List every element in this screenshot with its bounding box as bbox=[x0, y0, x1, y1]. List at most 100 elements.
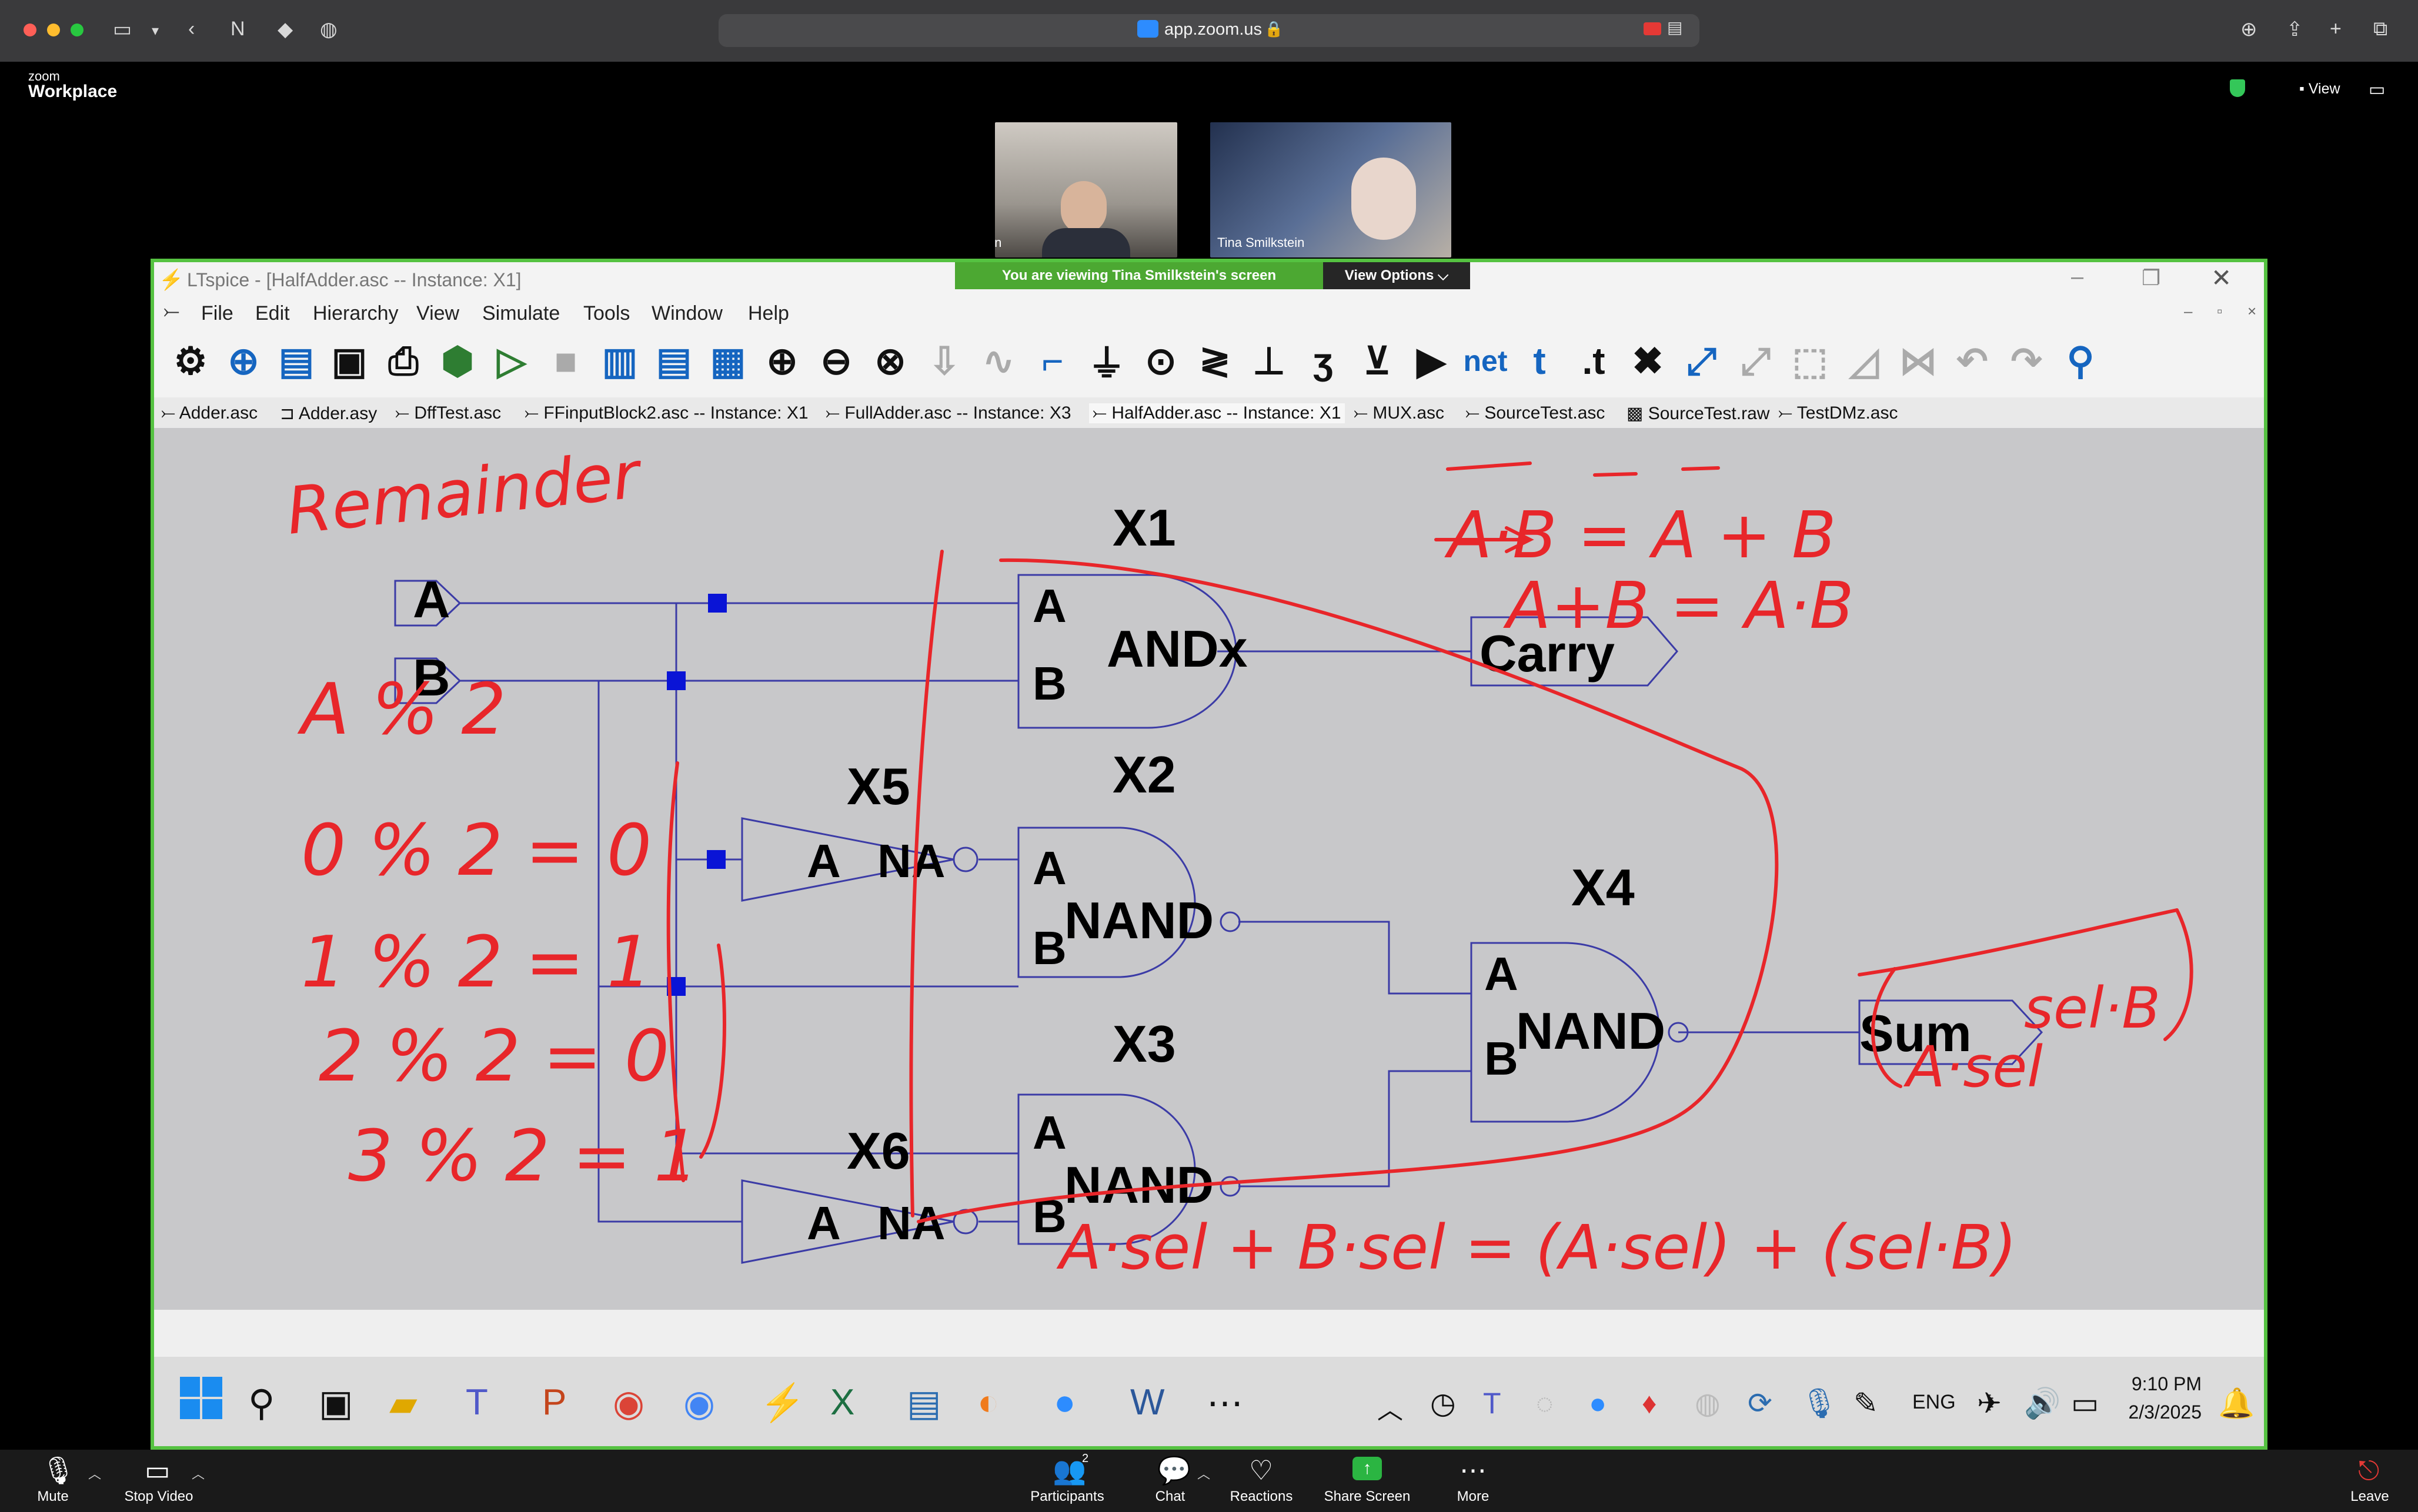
leave-button[interactable]: ⎋ Leave bbox=[2340, 1450, 2399, 1512]
menu-help[interactable]: Help bbox=[748, 302, 789, 325]
tab-sourcetest-raw[interactable]: ▩ SourceTest.raw bbox=[1627, 403, 1769, 424]
duplicate-icon[interactable]: ⤢ bbox=[1678, 337, 1725, 384]
more-button[interactable]: ⋯ More bbox=[1441, 1450, 1505, 1512]
sidebar-icon[interactable]: ▭ bbox=[113, 18, 132, 41]
share-icon[interactable]: ⇪ bbox=[2286, 18, 2303, 41]
teams-icon[interactable]: T bbox=[466, 1381, 488, 1423]
mdi-minimize-icon[interactable]: – bbox=[2184, 302, 2192, 320]
zoom-fit-icon[interactable]: ⊗ bbox=[867, 337, 914, 384]
search-icon[interactable]: ⚲ bbox=[248, 1381, 275, 1424]
chrome-profile-icon[interactable]: ◉ bbox=[683, 1381, 715, 1424]
chat-options-chevron-icon[interactable]: ︿ bbox=[1197, 1464, 1210, 1483]
restore-icon[interactable]: ❐ bbox=[2142, 266, 2160, 290]
menu-file[interactable]: File bbox=[201, 302, 233, 325]
inductor-icon[interactable]: ʒ bbox=[1300, 337, 1347, 384]
tray-flame-icon[interactable]: ♦ bbox=[1642, 1386, 1657, 1420]
chevron-down-icon[interactable]: ▾ bbox=[152, 22, 159, 39]
delete-icon[interactable]: ✖ bbox=[1624, 337, 1671, 384]
zoom-window-button[interactable] bbox=[71, 24, 84, 36]
screen-layout-icon[interactable]: ▭ bbox=[2369, 79, 2385, 100]
back-icon[interactable]: ‹ bbox=[188, 18, 195, 41]
mute-options-chevron-icon[interactable]: ︿ bbox=[88, 1464, 101, 1483]
volume-icon[interactable]: 🔊 bbox=[2024, 1386, 2060, 1421]
notification-bell-icon[interactable]: 🔔 bbox=[2218, 1386, 2255, 1421]
reactions-button[interactable]: ♡ Reactions bbox=[1223, 1450, 1300, 1512]
new-schematic-icon[interactable]: ⊕ bbox=[220, 337, 267, 384]
powerpoint-icon[interactable]: P bbox=[542, 1381, 566, 1423]
settings-gear-icon[interactable]: ⚙ bbox=[167, 337, 214, 384]
close-window-button[interactable] bbox=[24, 24, 36, 36]
tab-adder-asc[interactable]: ⤚ Adder.asc bbox=[161, 403, 258, 423]
sync-icon[interactable]: ⟳ bbox=[1748, 1386, 1772, 1420]
app-icon[interactable]: ◐ bbox=[977, 1381, 999, 1423]
wire-icon[interactable]: ⌐ bbox=[1029, 337, 1076, 384]
tab-mux[interactable]: ⤚ MUX.asc bbox=[1354, 403, 1444, 423]
move-icon[interactable]: ⤢ bbox=[1732, 337, 1779, 384]
open-folder-icon[interactable]: ▤ bbox=[273, 337, 320, 384]
spice-directive-icon[interactable]: .t bbox=[1570, 337, 1617, 384]
tab-dfftest[interactable]: ⤚ DffTest.asc bbox=[395, 403, 501, 423]
menu-hierarchy[interactable]: Hierarchy bbox=[313, 302, 398, 325]
teams-tray-icon[interactable]: T bbox=[1483, 1386, 1501, 1420]
zoom-taskbar-icon[interactable]: ● bbox=[1054, 1381, 1076, 1423]
pan-icon[interactable]: ⇩ bbox=[921, 337, 968, 384]
tab-ffinputblock2[interactable]: ⤚ FFinputBlock2.asc -- Instance: X1 bbox=[525, 403, 809, 423]
menu-edit[interactable]: Edit bbox=[255, 302, 290, 325]
mute-button[interactable]: 🎙 Mute bbox=[24, 1450, 82, 1512]
file-explorer-icon[interactable]: ▰ bbox=[389, 1381, 418, 1424]
chrome-icon[interactable]: ◉ bbox=[613, 1381, 644, 1424]
schematic-drawing[interactable]: A B X1 X2 X3 X4 X5 X6 A B ANDx A B NAND … bbox=[154, 428, 2264, 1310]
schematic-canvas[interactable]: A B X1 X2 X3 X4 X5 X6 A B ANDx A B NAND … bbox=[154, 428, 2264, 1310]
globe-icon[interactable]: ◍ bbox=[320, 18, 338, 41]
task-view-icon[interactable]: ▣ bbox=[319, 1381, 353, 1424]
redo-icon[interactable]: ↷ bbox=[2003, 337, 2050, 384]
tile-vertical-icon[interactable]: ▥ bbox=[596, 337, 643, 384]
tab-fulladder[interactable]: ⤚ FullAdder.asc -- Instance: X3 bbox=[826, 403, 1071, 423]
pen-icon[interactable]: ✎ bbox=[1853, 1386, 1878, 1420]
minimize-window-button[interactable] bbox=[47, 24, 60, 36]
view-button[interactable]: ▪ View bbox=[2299, 81, 2340, 98]
zoom-out-icon[interactable]: ⊖ bbox=[813, 337, 860, 384]
tile-horizontal-icon[interactable]: ▤ bbox=[650, 337, 697, 384]
text-icon[interactable]: t bbox=[1516, 337, 1563, 384]
app-menu-icon[interactable]: ⤚ bbox=[163, 300, 179, 323]
run-icon[interactable]: ▷ bbox=[488, 337, 535, 384]
download-icon[interactable]: ⊕ bbox=[2240, 18, 2257, 41]
spice-net-icon[interactable]: net bbox=[1462, 337, 1509, 384]
label-net-icon[interactable]: ⊙ bbox=[1137, 337, 1184, 384]
tabs-overview-icon[interactable]: ⧉ bbox=[2373, 18, 2387, 41]
video-options-chevron-icon[interactable]: ︿ bbox=[192, 1464, 205, 1483]
zoom-in-icon[interactable]: ⊕ bbox=[759, 337, 806, 384]
rotate-icon[interactable]: ◿ bbox=[1841, 337, 1888, 384]
mirror-icon[interactable]: ⋈ bbox=[1895, 337, 1942, 384]
tray-chevron-icon[interactable]: ︿ bbox=[1377, 1389, 1403, 1426]
component-icon[interactable]: ▶ bbox=[1408, 337, 1455, 384]
notion-icon[interactable]: N bbox=[231, 18, 245, 41]
autorange-icon[interactable]: ∿ bbox=[975, 337, 1022, 384]
new-tab-icon[interactable]: + bbox=[2330, 18, 2342, 41]
ground-icon[interactable]: ⏚ bbox=[1083, 337, 1130, 385]
stop-video-button[interactable]: ▭ Stop Video bbox=[118, 1450, 200, 1512]
clock-app-icon[interactable]: ◷ bbox=[1430, 1386, 1456, 1420]
mdi-close-icon[interactable]: × bbox=[2247, 302, 2256, 320]
close-icon[interactable]: ✕ bbox=[2211, 263, 2232, 292]
zoom-tray-icon[interactable]: ● bbox=[1589, 1386, 1607, 1420]
menu-simulate[interactable]: Simulate bbox=[482, 302, 560, 325]
language-indicator[interactable]: ENG bbox=[1912, 1391, 1956, 1414]
taskbar-time[interactable]: 9:10 PM bbox=[2125, 1373, 2202, 1395]
mdi-restore-icon[interactable]: ▫ bbox=[2217, 302, 2222, 320]
notepad-icon[interactable]: ▤ bbox=[907, 1381, 941, 1424]
ltspice-taskbar-icon[interactable]: ⚡ bbox=[760, 1381, 805, 1424]
participants-button[interactable]: 👥 2 Participants bbox=[1023, 1450, 1111, 1512]
capacitor-icon[interactable]: ⊥ bbox=[1245, 337, 1293, 384]
taskbar-date[interactable]: 2/3/2025 bbox=[2118, 1401, 2202, 1423]
menu-window[interactable]: Window bbox=[652, 302, 723, 325]
participant-video-tina[interactable]: Tina Smilkstein bbox=[1210, 122, 1451, 257]
ac-analysis-icon[interactable]: ⬢ bbox=[434, 337, 481, 384]
tab-sourcetest-asc[interactable]: ⤚ SourceTest.asc bbox=[1465, 403, 1605, 423]
share-screen-button[interactable]: ↑ Share Screen bbox=[1317, 1450, 1417, 1512]
chat-button[interactable]: 💬 Chat bbox=[1135, 1450, 1205, 1512]
windows-start-icon[interactable] bbox=[180, 1377, 222, 1419]
tab-adder-asy[interactable]: ⊐ Adder.asy bbox=[280, 403, 377, 424]
battery-icon[interactable]: ▭ bbox=[2071, 1386, 2099, 1420]
